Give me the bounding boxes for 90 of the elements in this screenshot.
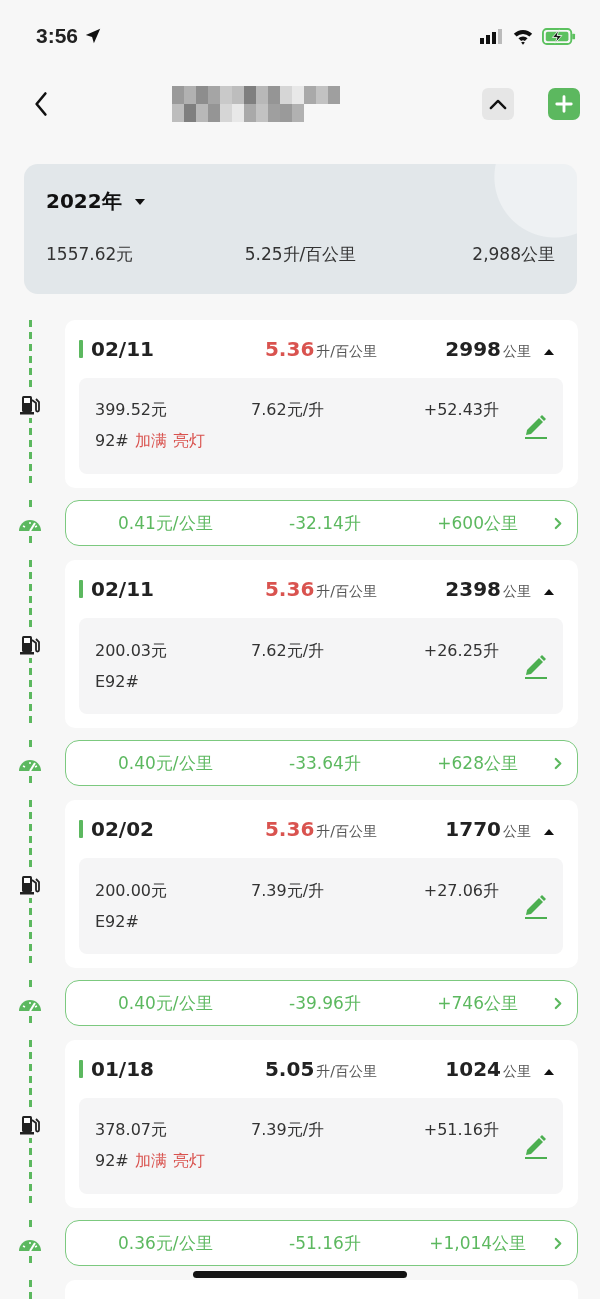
chevron-up-icon <box>489 98 507 110</box>
odometer-value: 1024 <box>445 1057 501 1081</box>
consumption-value: 5.05 <box>264 1057 315 1081</box>
fuel-volume: +26.25升 <box>422 641 500 662</box>
date-marker <box>79 820 83 838</box>
record-date: 02/11 <box>91 337 154 361</box>
chevron-right-icon <box>554 756 563 770</box>
fuel-grade: E92# <box>95 672 139 691</box>
cost-per-km: 0.36元/公里 <box>117 1231 214 1255</box>
record-tag: 加满 <box>134 431 167 452</box>
unit-price: 7.62元/升 <box>250 641 325 662</box>
distance-change: +746公里 <box>436 991 519 1015</box>
record-date: 02/11 <box>91 577 154 601</box>
fuel-volume: +51.16升 <box>422 1120 500 1141</box>
distance-change: +628公里 <box>436 751 519 775</box>
total-distance: 2,988公里 <box>471 243 555 266</box>
cost-per-km: 0.40元/公里 <box>117 751 214 775</box>
caret-up-icon[interactable] <box>543 588 555 596</box>
date-marker <box>79 1060 83 1078</box>
record-tag: 加满 <box>134 1151 167 1172</box>
fuel-cost: 200.00元 <box>95 881 168 902</box>
date-marker <box>79 580 83 598</box>
pencil-icon <box>523 1133 547 1159</box>
status-time: 3:56 <box>36 24 79 48</box>
odometer-value: 2398 <box>445 577 501 601</box>
fuel-pump-icon <box>19 870 40 898</box>
consumption-unit: 升/百公里 <box>316 583 378 601</box>
cost-per-km: 0.40元/公里 <box>117 991 214 1015</box>
fuel-change: -32.14升 <box>288 511 362 535</box>
caret-up-icon[interactable] <box>543 1068 555 1076</box>
odometer-unit: 公里 <box>503 583 531 601</box>
collapse-button[interactable] <box>482 88 514 120</box>
odometer-unit: 公里 <box>503 823 531 841</box>
fuel-pump-icon <box>19 390 40 418</box>
signal-icon <box>480 28 504 44</box>
fuel-cost: 200.03元 <box>95 641 168 662</box>
odometer-unit: 公里 <box>503 1063 531 1081</box>
pencil-icon <box>523 413 547 439</box>
interval-summary[interactable]: 0.40元/公里 -33.64升 +628公里 <box>65 740 578 786</box>
interval-summary[interactable]: 0.41元/公里 -32.14升 +600公里 <box>65 500 578 546</box>
fuel-pump-icon <box>19 1110 40 1138</box>
fuel-volume: +52.43升 <box>422 400 500 421</box>
consumption-value: 5.36 <box>264 577 315 601</box>
consumption-unit: 升/百公里 <box>316 823 378 841</box>
odometer-value: 1770 <box>445 817 501 841</box>
fuel-change: -33.64升 <box>288 751 362 775</box>
fuel-grade: E92# <box>95 912 139 931</box>
total-cost: 1557.62元 <box>46 243 135 266</box>
date-marker <box>79 340 83 358</box>
unit-price: 7.62元/升 <box>250 400 325 421</box>
caret-up-icon[interactable] <box>543 348 555 356</box>
fuel-volume: +27.06升 <box>422 881 500 902</box>
distance-change: +1,014公里 <box>428 1231 528 1255</box>
fuel-change: -39.96升 <box>288 991 362 1015</box>
odometer-unit: 公里 <box>503 343 531 361</box>
battery-charging-icon <box>542 27 576 45</box>
odometer-value: 2998 <box>445 337 501 361</box>
consumption-value: 5.36 <box>264 337 315 361</box>
caret-up-icon[interactable] <box>543 828 555 836</box>
chevron-right-icon <box>554 1236 563 1250</box>
pencil-icon <box>523 893 547 919</box>
unit-price: 7.39元/升 <box>250 881 325 902</box>
fuel-cost: 399.52元 <box>95 400 168 421</box>
interval-summary[interactable]: 0.40元/公里 -39.96升 +746公里 <box>65 980 578 1026</box>
chevron-right-icon <box>554 996 563 1010</box>
fuel-cost: 378.07元 <box>95 1120 168 1141</box>
record-date: 02/02 <box>91 817 154 841</box>
fuel-grade: 92# <box>95 1151 129 1172</box>
record-tag: 亮灯 <box>172 431 205 452</box>
wifi-icon <box>512 27 534 45</box>
year-selector[interactable]: 2022年 <box>46 188 146 215</box>
plus-icon <box>555 95 573 113</box>
consumption-unit: 升/百公里 <box>316 1063 378 1081</box>
distance-change: +600公里 <box>436 511 519 535</box>
cost-per-km: 0.41元/公里 <box>117 511 214 535</box>
fuel-pump-icon <box>19 630 40 658</box>
fuel-change: -51.16升 <box>288 1231 362 1255</box>
record-date: 01/18 <box>91 1057 154 1081</box>
record-tag: 亮灯 <box>172 1151 205 1172</box>
pencil-icon <box>523 653 547 679</box>
chevron-right-icon <box>554 516 563 530</box>
unit-price: 7.39元/升 <box>250 1120 325 1141</box>
average-consumption: 5.25升/百公里 <box>243 243 358 266</box>
back-icon <box>34 91 48 117</box>
fuel-grade: 92# <box>95 431 129 452</box>
caret-down-icon <box>133 197 146 206</box>
consumption-value: 5.36 <box>264 817 315 841</box>
consumption-unit: 升/百公里 <box>316 343 378 361</box>
location-icon <box>84 27 103 45</box>
interval-summary[interactable]: 0.36元/公里 -51.16升 +1,014公里 <box>65 1220 578 1266</box>
